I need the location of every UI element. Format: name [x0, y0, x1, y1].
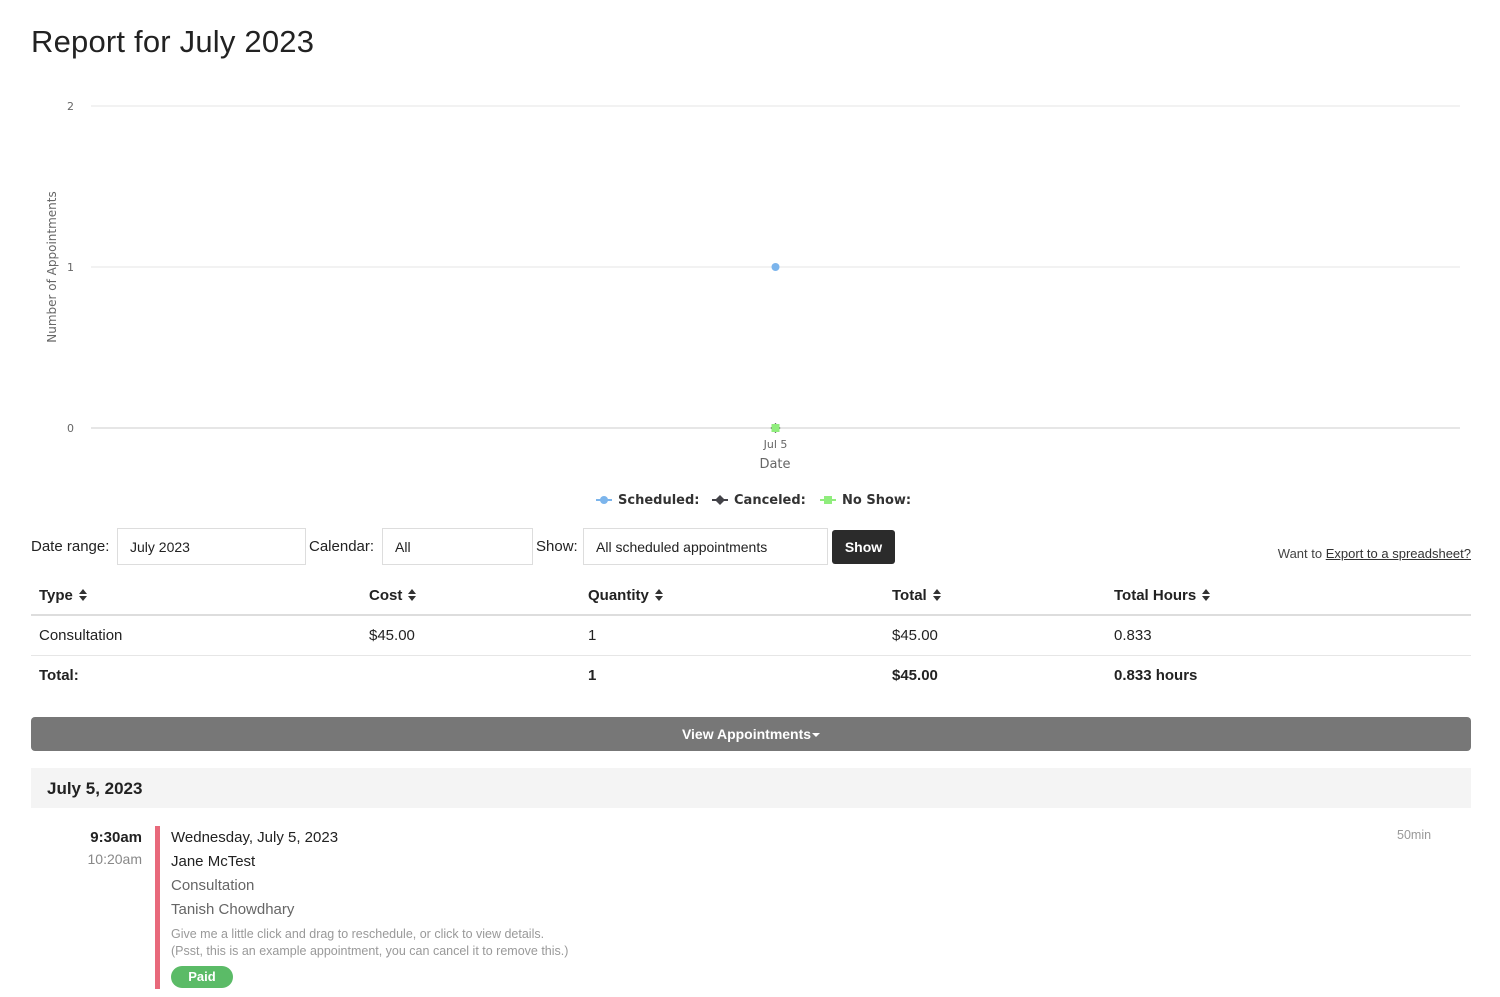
table-total-row: Total: 1 $45.00 0.833 hours	[31, 655, 1471, 695]
appointment-duration: 50min	[1397, 828, 1432, 842]
cell-cost: $45.00	[361, 615, 580, 656]
export-spreadsheet-link[interactable]: Export to a spreadsheet?	[1326, 546, 1471, 561]
total-hours: 0.833 hours	[1114, 666, 1198, 684]
total-quantity: 1	[588, 666, 597, 684]
chart-legend: Scheduled: Canceled: No Show:	[596, 493, 911, 508]
total-amount: $45.00	[892, 666, 938, 684]
appointment-start-time: 9:30am	[90, 829, 142, 846]
sort-icon	[654, 589, 663, 601]
legend-label: No Show:	[842, 493, 911, 508]
caret-down-icon	[812, 733, 821, 737]
legend-label: Scheduled:	[618, 493, 699, 508]
page-title: Report for July 2023	[31, 24, 315, 59]
column-header-total[interactable]: Total	[884, 577, 1106, 616]
data-point-0	[771, 263, 780, 271]
sort-icon	[408, 589, 417, 601]
chart-y-ticks: 0 1 2	[67, 100, 74, 435]
appointment-card[interactable]: 9:30am 10:20am Wednesday, July 5, 2023 J…	[31, 826, 1471, 991]
appointment-end-time: 10:20am	[87, 851, 142, 867]
total-label: Total:	[39, 666, 79, 684]
export-prefix: Want to	[1277, 546, 1323, 561]
calendar-label: Calendar:	[309, 538, 375, 555]
cell-total-hours: 0.833	[1106, 615, 1471, 656]
appointment-staff: Tanish Chowdhary	[171, 901, 295, 918]
chart-points	[770, 263, 781, 433]
cell-type: Consultation	[31, 615, 361, 656]
cell-total: $45.00	[884, 615, 1106, 656]
appointment-details: Wednesday, July 5, 2023 Jane McTest Cons…	[171, 829, 568, 988]
status-badge: Paid	[171, 966, 233, 988]
sort-icon	[1202, 589, 1211, 601]
appointment-type: Consultation	[171, 877, 255, 894]
y-tick-label: 0	[67, 422, 74, 435]
column-header-quantity[interactable]: Quantity	[580, 577, 884, 616]
column-header-type[interactable]: Type	[31, 577, 361, 616]
date-range-label: Date range:	[31, 538, 110, 555]
show-button[interactable]: Show	[832, 530, 895, 564]
appointment-date: Wednesday, July 5, 2023	[171, 829, 339, 846]
appointment-client: Jane McTest	[171, 853, 256, 870]
table-row: Consultation $45.00 1 $45.00 0.833	[31, 615, 1471, 656]
cell-quantity: 1	[580, 615, 884, 656]
y-tick-label: 1	[67, 261, 74, 274]
show-select[interactable]: All scheduled appointments	[583, 528, 828, 565]
view-appointments-toggle[interactable]: View Appointments	[31, 717, 1471, 751]
report-filters: Date range: July 2023 Calendar: All Show…	[31, 528, 1471, 566]
date-range-input[interactable]: July 2023	[117, 528, 306, 565]
legend-marker	[715, 495, 725, 505]
export-hint: Want to Export to a spreadsheet?	[1278, 546, 1471, 561]
legend-marker	[824, 496, 832, 504]
show-label: Show:	[536, 538, 578, 555]
sort-icon	[78, 589, 87, 601]
calendar-select[interactable]: All	[382, 528, 533, 565]
appointment-example-note: (Psst, this is an example appointment, y…	[171, 944, 569, 958]
sort-icon	[932, 589, 941, 601]
column-header-total-hours[interactable]: Total Hours	[1106, 577, 1471, 616]
legend-marker	[600, 496, 608, 504]
column-header-cost[interactable]: Cost	[361, 577, 580, 616]
y-tick-label: 2	[67, 100, 74, 113]
appointment-color-bar	[155, 826, 160, 989]
x-tick-label: Jul 5	[763, 438, 788, 451]
legend-label: Canceled:	[734, 493, 806, 508]
day-heading: July 5, 2023	[31, 768, 1471, 808]
view-appointments-label: View Appointments	[681, 726, 812, 742]
appointment-hint: Give me a little click and drag to resch…	[171, 927, 545, 941]
chart-x-ticks: Jul 5	[763, 438, 788, 451]
total-cost	[361, 655, 580, 695]
summary-table: Type Cost Quantity Total Total Hours Con…	[31, 577, 1471, 695]
appointments-chart: 0 1 2 Number of Appointments Jul 5 Date Sc…	[45, 100, 1460, 508]
summary-header-row: Type Cost Quantity Total Total Hours	[31, 577, 1471, 616]
chart-x-axis-label: Date	[759, 457, 790, 472]
chart-y-axis-label: Number of Appointments	[45, 191, 59, 342]
data-point-2	[771, 424, 780, 432]
